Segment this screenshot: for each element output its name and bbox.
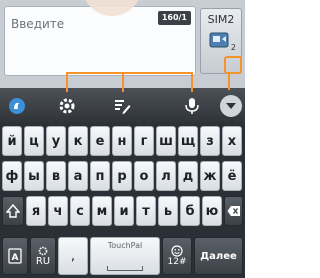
shift-key[interactable] <box>2 196 24 226</box>
key[interactable]: ь <box>158 196 178 226</box>
key[interactable]: к <box>68 126 88 156</box>
collapse-button[interactable] <box>220 95 242 117</box>
key[interactable]: а <box>68 161 88 191</box>
key[interactable]: ф <box>2 161 22 191</box>
chevron-down-icon <box>226 103 236 109</box>
key-row-2: ф ы в а п р о л д ж ё <box>0 161 245 193</box>
char-counter: 160/1 <box>157 11 191 25</box>
screen: Введите 160/1 SIM2 2 й ц у к е н г ш щ з… <box>0 0 245 278</box>
key[interactable]: й <box>2 126 22 156</box>
callout-line <box>191 72 193 92</box>
key[interactable]: щ <box>178 126 198 156</box>
voice-button[interactable] <box>181 95 203 117</box>
layout-switch-key[interactable]: A <box>2 237 28 275</box>
key[interactable]: н <box>112 126 132 156</box>
key[interactable]: и <box>114 196 134 226</box>
settings-button[interactable] <box>56 95 78 117</box>
key[interactable]: ч <box>48 196 68 226</box>
message-input[interactable]: Введите 160/1 <box>4 6 196 76</box>
sim-card-icon <box>209 32 229 48</box>
key[interactable]: т <box>136 196 156 226</box>
symbols-key[interactable]: 12# <box>162 237 192 275</box>
key[interactable]: м <box>92 196 112 226</box>
callout-line <box>66 72 68 92</box>
key[interactable]: ж <box>200 161 220 191</box>
key[interactable]: в <box>46 161 66 191</box>
key[interactable]: с <box>70 196 90 226</box>
touchpal-logo-button[interactable] <box>6 95 28 117</box>
key-row-3: я ч с м и т ь б ю <box>0 196 245 228</box>
shift-icon <box>6 204 20 218</box>
message-placeholder: Введите <box>11 17 65 31</box>
svg-text:A: A <box>12 253 19 263</box>
language-label: RU <box>35 255 51 267</box>
key-row-1: й ц у к е н г ш щ з х <box>0 126 245 158</box>
keyboard-toolbar <box>0 88 245 124</box>
smiley-icon <box>171 245 183 257</box>
callout-line <box>122 72 124 92</box>
next-label: Далее <box>200 250 237 262</box>
comma-key[interactable]: , <box>58 237 88 275</box>
key[interactable]: р <box>112 161 132 191</box>
language-key[interactable]: RU <box>30 237 56 275</box>
space-key[interactable]: TouchPal <box>90 237 160 275</box>
key[interactable]: з <box>200 126 220 156</box>
next-key[interactable]: Далее <box>194 237 243 275</box>
edit-button[interactable] <box>111 95 133 117</box>
key[interactable]: д <box>178 161 198 191</box>
backspace-key[interactable] <box>224 196 243 226</box>
key[interactable]: ц <box>24 126 44 156</box>
space-bar-mark <box>107 266 143 271</box>
keyboard: й ц у к е н г ш щ з х ф ы в а п р о л д … <box>0 124 245 278</box>
sim-number: 2 <box>230 43 236 52</box>
key[interactable]: ш <box>156 126 176 156</box>
touchpal-logo-icon <box>9 98 25 114</box>
key[interactable]: у <box>46 126 66 156</box>
callout-marker <box>224 56 242 74</box>
key[interactable]: о <box>134 161 154 191</box>
key-row-4: A RU , TouchPal 12# Далее <box>0 231 245 277</box>
layout-icon: A <box>8 248 22 264</box>
key[interactable]: г <box>134 126 154 156</box>
key[interactable]: е <box>90 126 110 156</box>
key[interactable]: л <box>156 161 176 191</box>
key[interactable]: я <box>26 196 46 226</box>
backspace-icon <box>227 206 240 216</box>
key[interactable]: ё <box>222 161 242 191</box>
gear-icon <box>38 246 48 255</box>
gear-icon <box>59 98 75 114</box>
space-label: TouchPal <box>107 241 143 250</box>
microphone-icon <box>185 98 199 114</box>
pen-icon <box>115 100 131 114</box>
key[interactable]: х <box>222 126 242 156</box>
key[interactable]: п <box>90 161 110 191</box>
key[interactable]: ы <box>24 161 44 191</box>
key[interactable]: ю <box>202 196 222 226</box>
sim-label: SIM2 <box>207 13 235 26</box>
callout-line <box>228 74 230 90</box>
callout-line <box>66 72 192 74</box>
key[interactable]: б <box>180 196 200 226</box>
symbols-label: 12# <box>167 257 187 267</box>
